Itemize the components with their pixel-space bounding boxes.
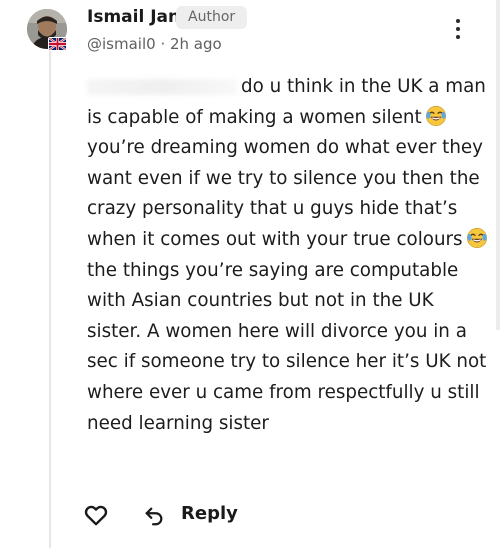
comment-body-part-2: you’re dreaming women do what ever they … xyxy=(87,137,484,250)
scrollbar-edge[interactable] xyxy=(496,0,500,330)
comment-body: do u think in the UK a man is capable of… xyxy=(87,72,491,439)
comment-actions: Reply xyxy=(83,500,283,532)
author-handle[interactable]: @ismail0 xyxy=(87,35,156,53)
united-kingdom-flag-icon xyxy=(48,37,67,51)
author-name[interactable]: Ismail Jan xyxy=(87,7,180,27)
meta-separator: · xyxy=(155,35,170,53)
heart-outline-icon xyxy=(84,505,108,526)
reply-button[interactable]: Reply xyxy=(143,502,243,530)
face-with-tears-of-joy-icon xyxy=(425,105,446,126)
author-badge: Author xyxy=(176,6,248,29)
reply-label: Reply xyxy=(181,503,238,524)
more-vertical-icon[interactable] xyxy=(448,16,468,42)
blurred-mention xyxy=(87,79,237,95)
timestamp: 2h ago xyxy=(169,35,222,53)
like-button[interactable] xyxy=(83,502,109,528)
face-with-tears-of-joy-icon xyxy=(466,228,487,248)
comment-body-part-3: the things you’re saying are computable … xyxy=(87,259,487,434)
thread-line xyxy=(49,50,51,548)
reply-arrow-icon xyxy=(145,507,163,526)
comment-meta: @ismail0 · 2h ago xyxy=(87,35,222,53)
